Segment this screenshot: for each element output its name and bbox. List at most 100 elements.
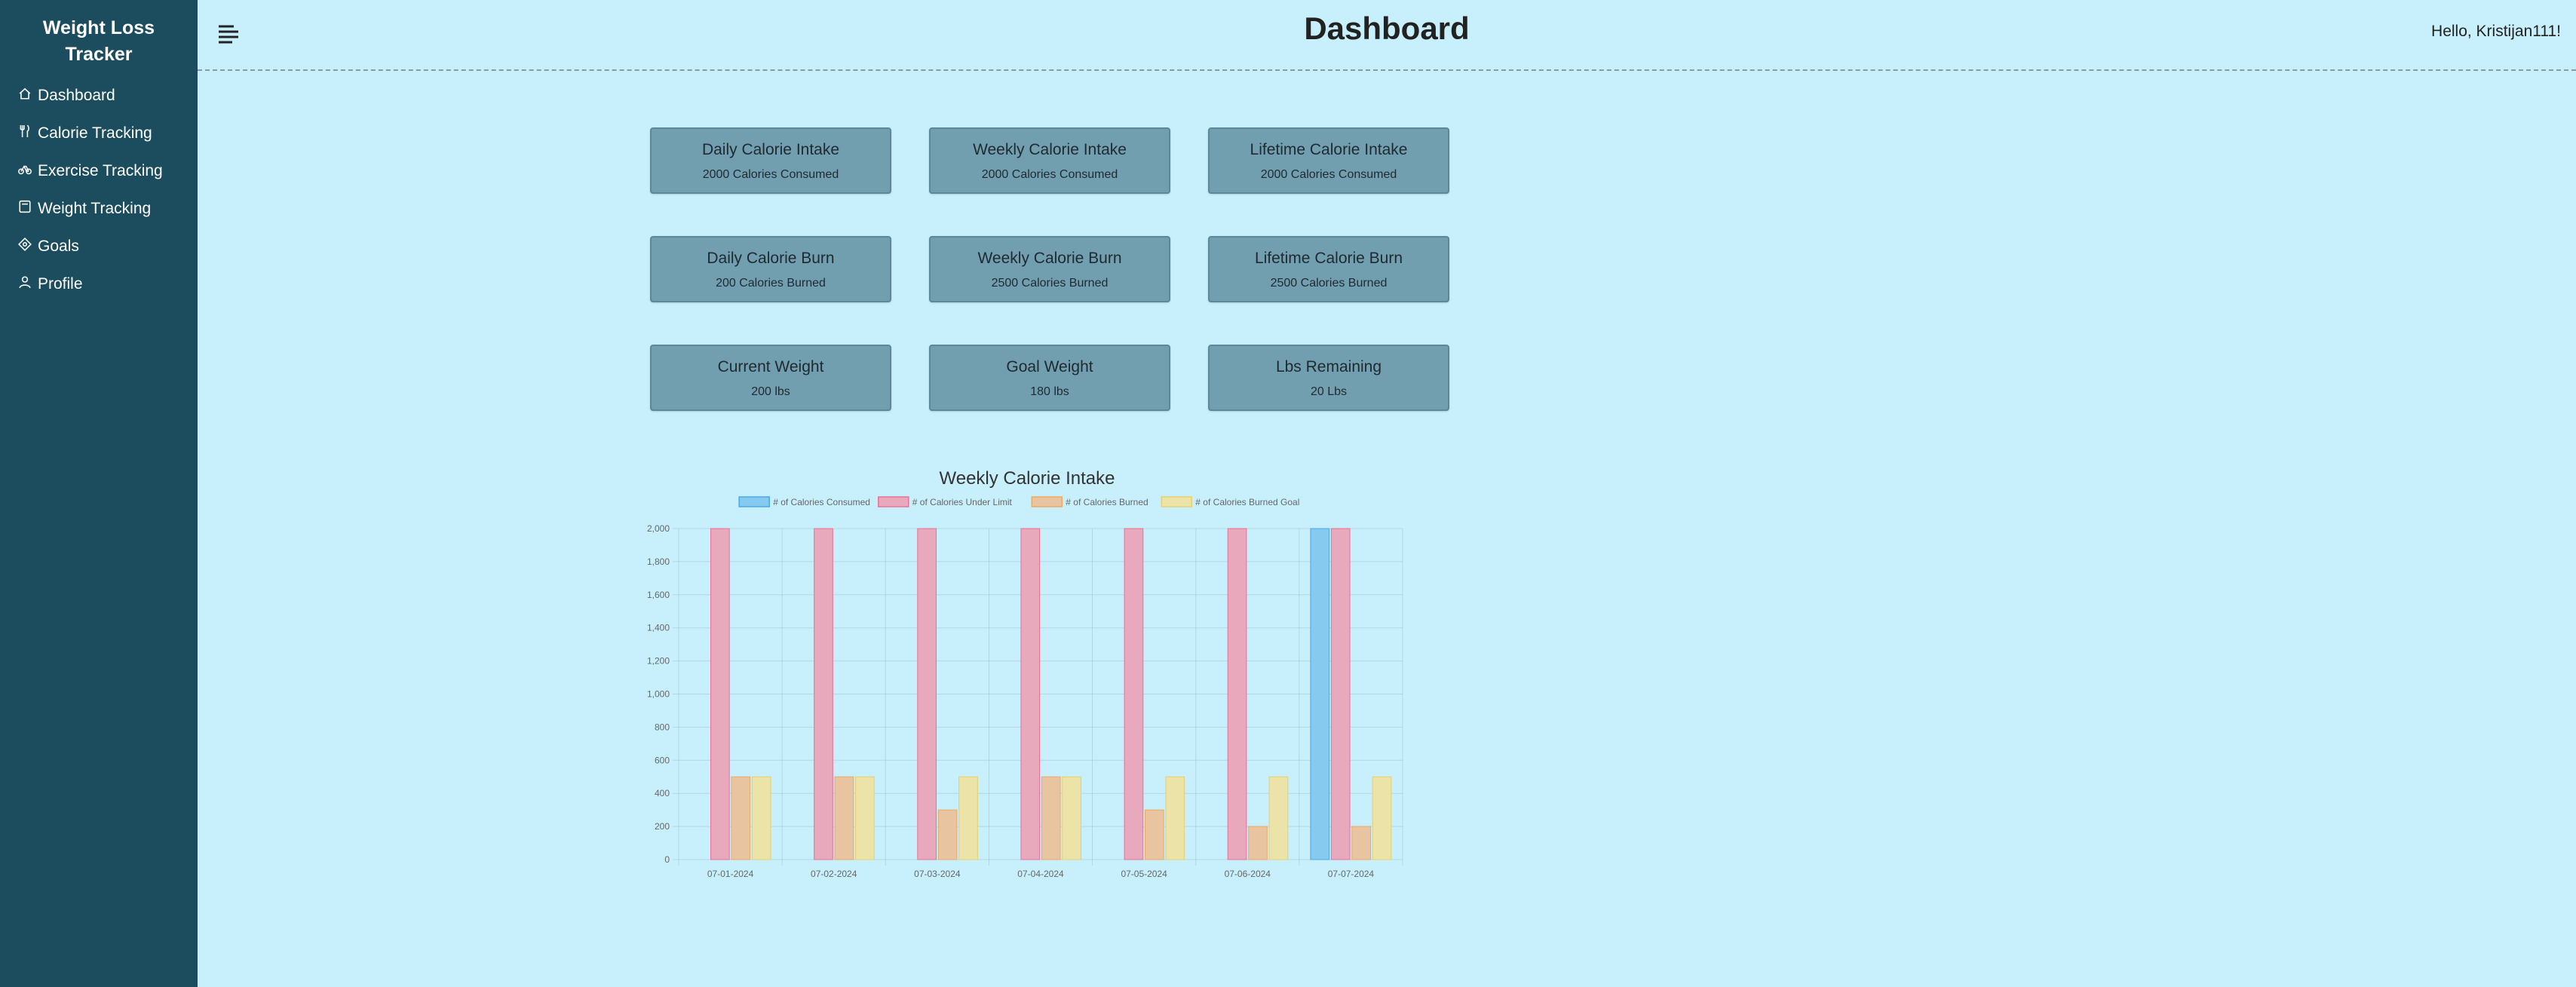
card-value: 180 lbs [1030, 385, 1069, 398]
chart-bar [1145, 809, 1164, 860]
user-greeting: Hello, Kristijan111! [2431, 23, 2561, 40]
card-lifetime-calorie-intake: Lifetime Calorie Intake 2000 Calories Co… [1208, 127, 1449, 194]
legend-label: # of Calories Burned Goal [1195, 497, 1299, 507]
top-bar: Dashboard Hello, Kristijan111! [198, 0, 2576, 71]
fork-knife-icon [20, 124, 29, 137]
home-icon [19, 87, 31, 100]
bicycle-icon [18, 165, 32, 175]
card-value: 2000 Calories Consumed [981, 168, 1118, 181]
weekly-calorie-chart: Weekly Calorie Intake # of Calories Consu… [642, 467, 1412, 890]
x-tick-label: 07-07-2024 [1328, 869, 1375, 879]
x-tick-label: 07-04-2024 [1017, 869, 1064, 879]
sidebar-item-label: Calorie Tracking [38, 124, 152, 142]
card-weekly-calorie-burn: Weekly Calorie Burn 2500 Calories Burned [929, 236, 1170, 302]
chart-bar [1372, 776, 1392, 860]
y-tick-label: 1,000 [647, 689, 670, 700]
chart-bar [1268, 776, 1289, 860]
x-tick-label: 07-06-2024 [1225, 869, 1271, 879]
x-tick-label: 07-03-2024 [914, 869, 961, 879]
card-title: Lbs Remaining [1275, 358, 1382, 375]
chart-bar [1351, 826, 1371, 860]
sidebar-item-goals[interactable]: Goals [0, 228, 198, 265]
y-tick-label: 1,200 [647, 656, 670, 667]
chart-bar [855, 776, 875, 860]
x-tick-label: 07-02-2024 [811, 869, 857, 879]
card-title: Weekly Calorie Intake [973, 141, 1127, 158]
sidebar-item-weight-tracking[interactable]: Weight Tracking [0, 190, 198, 228]
card-value: 2000 Calories Consumed [702, 168, 839, 181]
y-tick-label: 1,600 [647, 590, 670, 600]
chart-bar [917, 528, 937, 860]
card-lbs-remaining: Lbs Remaining 20 Lbs [1208, 345, 1449, 411]
card-current-weight: Current Weight 200 lbs [650, 345, 891, 411]
chart-bar [1248, 826, 1268, 860]
y-tick-label: 800 [655, 722, 670, 732]
card-title: Lifetime Calorie Burn [1254, 250, 1403, 267]
chart-bar [937, 809, 958, 860]
chart-bar [1310, 528, 1330, 860]
card-title: Daily Calorie Intake [701, 141, 840, 158]
card-value: 200 lbs [751, 385, 790, 398]
card-title: Daily Calorie Burn [707, 250, 835, 267]
chart-title: Weekly Calorie Intake [940, 468, 1115, 489]
legend-swatch [878, 496, 909, 507]
chart-bar [731, 776, 751, 860]
target-icon [18, 238, 32, 251]
sidebar-item-label: Dashboard [38, 87, 115, 104]
chart-bar [1062, 776, 1081, 860]
x-tick-label: 07-05-2024 [1121, 869, 1167, 879]
card-goal-weight: Goal Weight 180 lbs [929, 345, 1170, 411]
chart-bar [1330, 528, 1351, 860]
sidebar-item-label: Exercise Tracking [38, 162, 163, 179]
scale-icon [19, 200, 31, 213]
sidebar-item-label: Goals [38, 238, 79, 255]
card-daily-calorie-intake: Daily Calorie Intake 2000 Calories Consu… [650, 127, 891, 194]
stat-cards: Daily Calorie Intake 2000 Calories Consu… [650, 127, 1449, 411]
card-title: Lifetime Calorie Intake [1250, 141, 1408, 158]
chart-bar [1124, 528, 1144, 860]
sidebar-item-dashboard[interactable]: Dashboard [0, 77, 198, 115]
sidebar-item-profile[interactable]: Profile [0, 265, 198, 303]
sidebar-item-label: Profile [38, 275, 83, 293]
card-title: Goal Weight [1006, 358, 1093, 375]
card-daily-calorie-burn: Daily Calorie Burn 200 Calories Burned [650, 236, 891, 302]
card-value: 20 Lbs [1310, 385, 1348, 398]
card-value: 2500 Calories Burned [991, 277, 1109, 290]
legend-label: # of Calories Under Limit [912, 497, 1013, 507]
bar-chart: Weekly Calorie Intake # of Calories Consu… [647, 468, 1403, 879]
card-value: 2500 Calories Burned [1270, 277, 1388, 290]
card-lifetime-calorie-burn: Lifetime Calorie Burn 2500 Calories Burn… [1208, 236, 1449, 302]
card-weekly-calorie-intake: Weekly Calorie Intake 2000 Calories Cons… [929, 127, 1170, 194]
chart-bar [1165, 776, 1185, 860]
sidebar-nav: Dashboard Calorie Tracking Exercise Trac… [0, 77, 198, 303]
sidebar: Weight Loss Tracker Dashboard Calorie Tr… [0, 0, 198, 987]
chart-bar [710, 528, 730, 860]
legend-label: # of Calories Consumed [773, 497, 870, 507]
y-tick-label: 0 [664, 854, 670, 865]
chart-bar [814, 528, 833, 860]
chart-bar [958, 776, 978, 860]
sidebar-item-calorie-tracking[interactable]: Calorie Tracking [0, 115, 198, 152]
person-icon [19, 276, 31, 289]
page-title: Dashboard [1304, 11, 1470, 46]
app-brand: Weight Loss Tracker [42, 17, 155, 65]
chart-bar [1227, 528, 1247, 860]
sidebar-item-exercise-tracking[interactable]: Exercise Tracking [0, 152, 198, 190]
y-tick-label: 1,400 [647, 623, 670, 633]
card-value: 2000 Calories Consumed [1260, 168, 1397, 181]
card-value: 200 Calories Burned [716, 277, 826, 290]
card-title: Current Weight [717, 358, 824, 375]
y-tick-label: 2,000 [647, 523, 670, 534]
legend-swatch [1161, 496, 1193, 507]
chart-bar [834, 776, 854, 860]
y-tick-label: 1,800 [647, 556, 670, 567]
chart-bar [1020, 528, 1041, 860]
y-tick-label: 600 [655, 755, 670, 765]
card-title: Weekly Calorie Burn [977, 250, 1122, 267]
legend-swatch [1031, 496, 1063, 507]
y-tick-label: 200 [655, 821, 670, 832]
chart-bar [1041, 776, 1061, 860]
legend-label: # of Calories Burned [1066, 497, 1148, 507]
chart-bar [751, 776, 771, 860]
y-tick-label: 400 [655, 788, 670, 798]
